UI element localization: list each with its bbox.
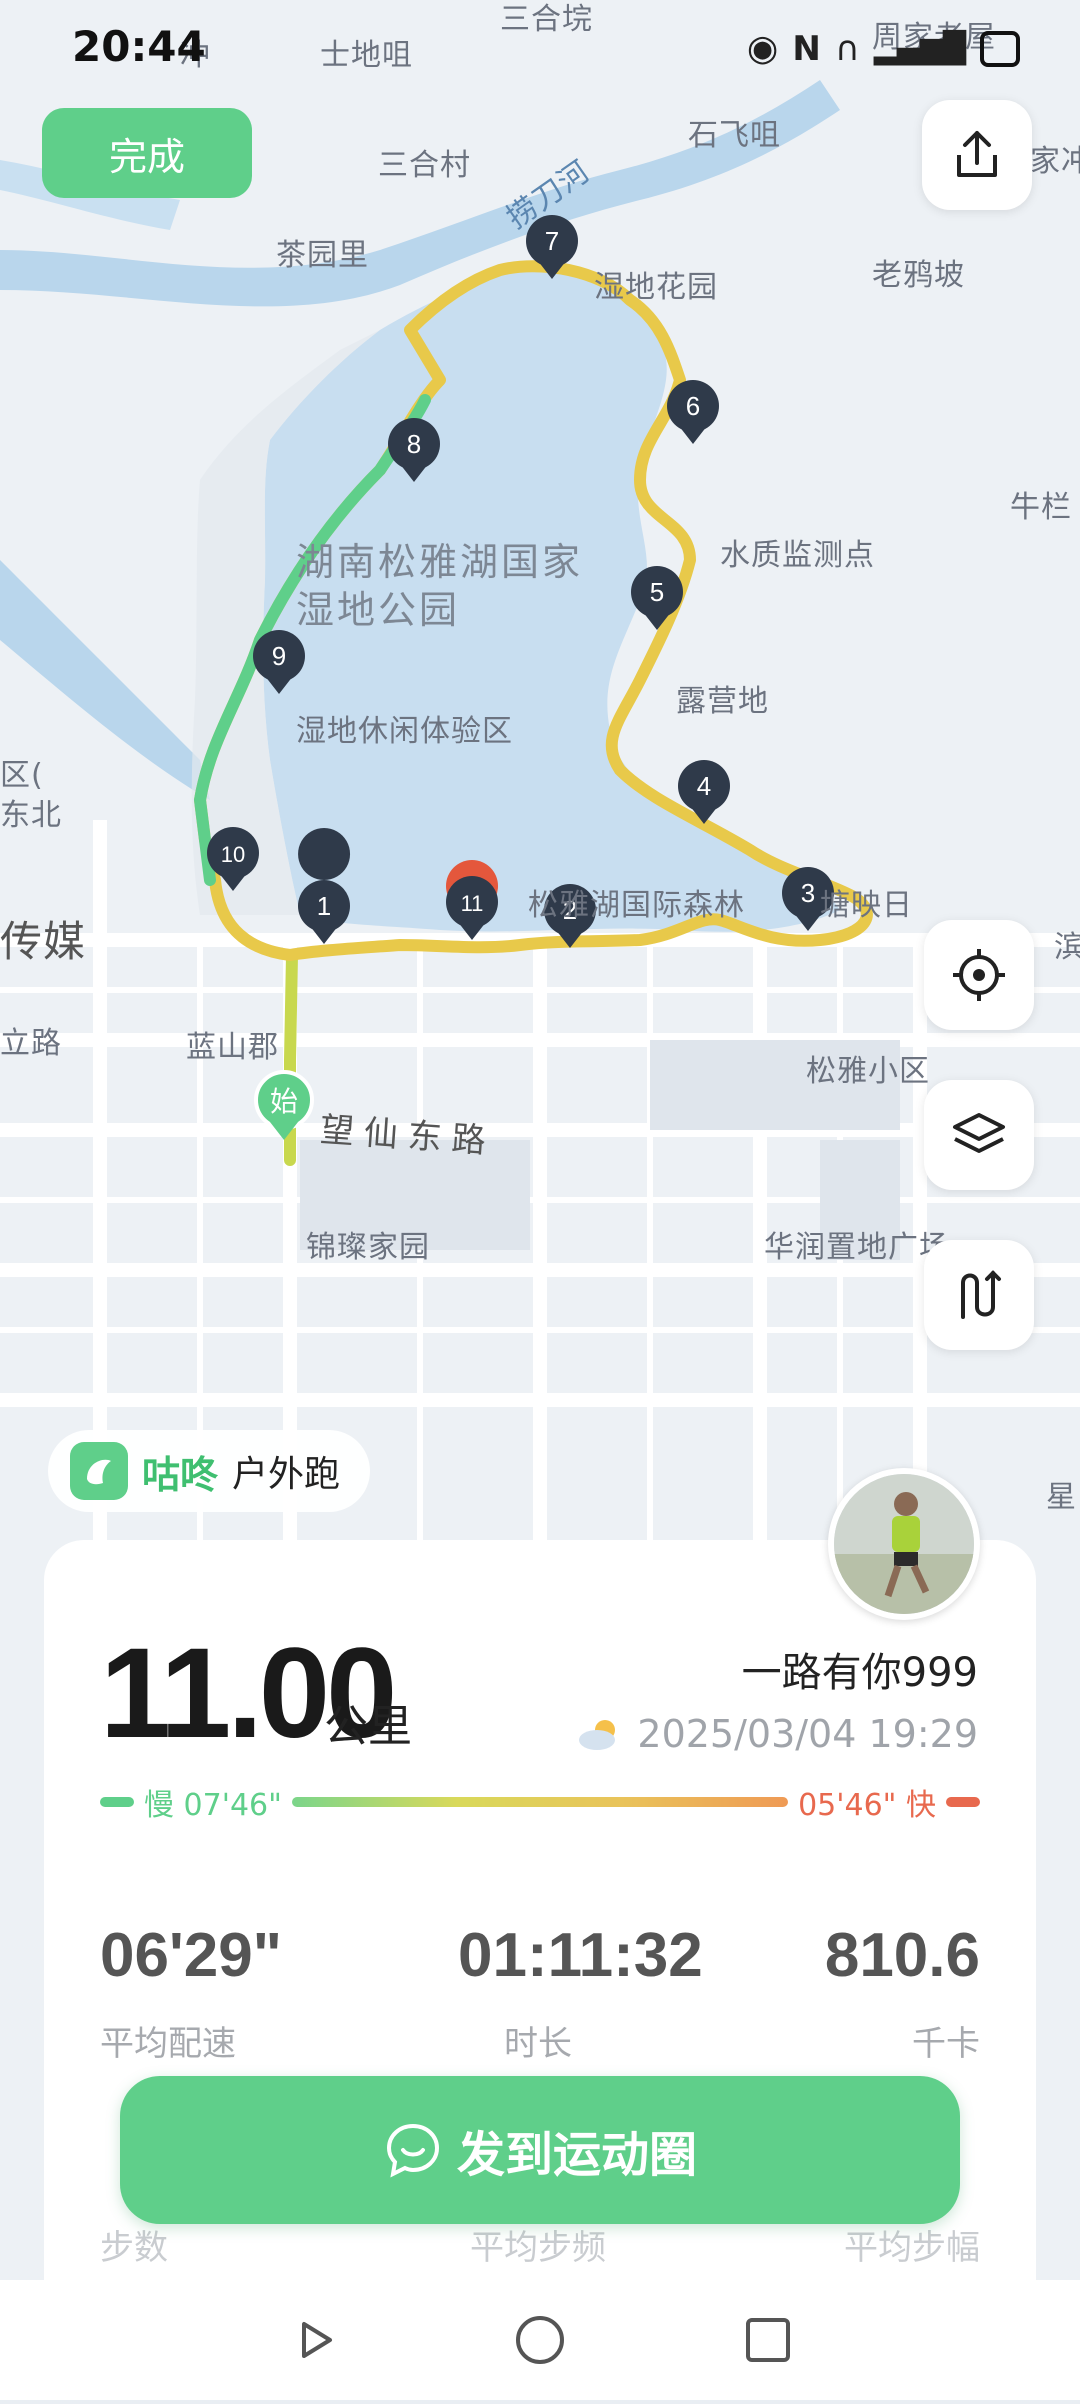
battery-icon bbox=[980, 30, 1020, 67]
username: 一路有你999 bbox=[741, 1650, 978, 1696]
map-label: 石飞咀 bbox=[688, 118, 781, 153]
map-label: 老鸦坡 bbox=[872, 258, 965, 293]
svg-text:4: 4 bbox=[697, 771, 711, 801]
activity-datetime: 2025/03/04 19:29 bbox=[575, 1712, 978, 1756]
pace-fast-label: 05'46" 快 bbox=[798, 1788, 936, 1823]
share-label: 发到运动圈 bbox=[456, 2127, 697, 2183]
distance-unit: 公里 bbox=[324, 1701, 412, 1752]
map-label: 水质监测点 bbox=[720, 538, 875, 573]
recents-icon[interactable] bbox=[746, 2318, 790, 2362]
svg-text:7: 7 bbox=[545, 226, 559, 256]
back-icon[interactable] bbox=[302, 2322, 332, 2358]
sport-type: 户外跑 bbox=[232, 1454, 341, 1495]
signal-icon: ▂▄▆█ bbox=[873, 31, 966, 66]
home-icon[interactable] bbox=[516, 2316, 564, 2364]
map-label: 露营地 bbox=[676, 684, 769, 719]
map-label: 湿地休闲体验区 bbox=[296, 714, 513, 749]
map-label: 立路 bbox=[0, 1026, 62, 1061]
app-badge: 咕咚 户外跑 bbox=[48, 1430, 371, 1512]
route-icon bbox=[961, 1270, 1001, 1319]
status-icons: ◉ N ∩ ▂▄▆█ bbox=[747, 28, 1020, 69]
map-label: 蓝山郡 bbox=[186, 1030, 279, 1065]
map-label: 区( bbox=[0, 758, 44, 793]
map-label: 牛栏 bbox=[1010, 490, 1072, 525]
map-label: 星 bbox=[1046, 1480, 1077, 1515]
share-icon bbox=[957, 131, 997, 177]
calories-value: 810.6 bbox=[824, 1921, 980, 1990]
layers-button[interactable] bbox=[924, 1080, 1034, 1190]
svg-text:3: 3 bbox=[801, 878, 815, 908]
map-label: 华润置地广场 bbox=[764, 1230, 950, 1265]
locate-icon bbox=[953, 949, 1005, 1001]
map-label: 传媒 bbox=[0, 917, 87, 966]
cloudy-weather-icon bbox=[579, 1720, 616, 1750]
done-button[interactable]: 完成 bbox=[42, 108, 252, 198]
share-export-button[interactable] bbox=[922, 100, 1032, 210]
map-label: 松雅小区 bbox=[806, 1054, 930, 1089]
map-label: 滨 bbox=[1054, 930, 1080, 965]
svg-text:11: 11 bbox=[461, 891, 484, 916]
duration-label: 时长 bbox=[504, 2024, 572, 2064]
calories-label: 千卡 bbox=[912, 2024, 980, 2064]
svg-text:6: 6 bbox=[686, 391, 700, 421]
avg-stride-label: 平均步幅 bbox=[844, 2228, 980, 2268]
map-label: 湿地花园 bbox=[594, 270, 718, 305]
avg-cadence-label: 平均步频 bbox=[470, 2228, 606, 2268]
pace-gradient bbox=[291, 1797, 789, 1807]
chat-smile-icon bbox=[386, 2123, 439, 2178]
layers-icon bbox=[953, 1113, 1005, 1153]
svg-text:1: 1 bbox=[317, 891, 331, 921]
svg-text:10: 10 bbox=[221, 842, 245, 867]
map-label: 三合村 bbox=[378, 148, 471, 183]
map-label: 锦璨家园 bbox=[306, 1230, 430, 1265]
codoon-logo-icon bbox=[70, 1442, 128, 1500]
map-label: 东北 bbox=[0, 798, 62, 833]
route-replay-button[interactable] bbox=[924, 1240, 1034, 1350]
map-label: 家冲 bbox=[1030, 144, 1080, 179]
map-label: 茶园里 bbox=[276, 238, 369, 273]
avg-pace-value: 06'29" bbox=[100, 1921, 283, 1990]
map-label: 塘映日 bbox=[820, 888, 913, 923]
avatar[interactable] bbox=[828, 1468, 980, 1620]
system-nav-bar bbox=[0, 2280, 1080, 2400]
nfc-icon: N bbox=[792, 28, 821, 69]
duration-value: 01:11:32 bbox=[458, 1921, 703, 1990]
share-to-feed-button[interactable]: 发到运动圈 bbox=[120, 2076, 960, 2224]
status-time: 20:44 bbox=[72, 22, 206, 71]
fast-dot bbox=[946, 1797, 980, 1807]
pace-legend: 慢 07'46" 05'46" 快 bbox=[100, 1782, 980, 1823]
pace-slow-label: 慢 07'46" bbox=[144, 1788, 282, 1823]
park-label: 湖南松雅湖国家湿地公园 bbox=[296, 540, 584, 632]
svg-text:5: 5 bbox=[650, 577, 664, 607]
map-label: 松雅湖国际森林 bbox=[528, 888, 745, 923]
steps-label: 步数 bbox=[100, 2228, 168, 2268]
datetime-text: 2025/03/04 19:29 bbox=[637, 1712, 978, 1756]
svg-text:9: 9 bbox=[272, 641, 286, 671]
app-name: 咕咚 bbox=[142, 1452, 219, 1497]
avg-pace-label: 平均配速 bbox=[100, 2024, 236, 2064]
svg-text:始: 始 bbox=[270, 1085, 298, 1118]
svg-text:8: 8 bbox=[407, 429, 421, 459]
headphone-icon: ∩ bbox=[834, 28, 860, 69]
eye-icon: ◉ bbox=[746, 28, 779, 69]
locate-button[interactable] bbox=[924, 920, 1034, 1030]
slow-dot bbox=[100, 1797, 134, 1807]
status-bar: 20:44 ◉ N ∩ ▂▄▆█ bbox=[0, 0, 1080, 100]
